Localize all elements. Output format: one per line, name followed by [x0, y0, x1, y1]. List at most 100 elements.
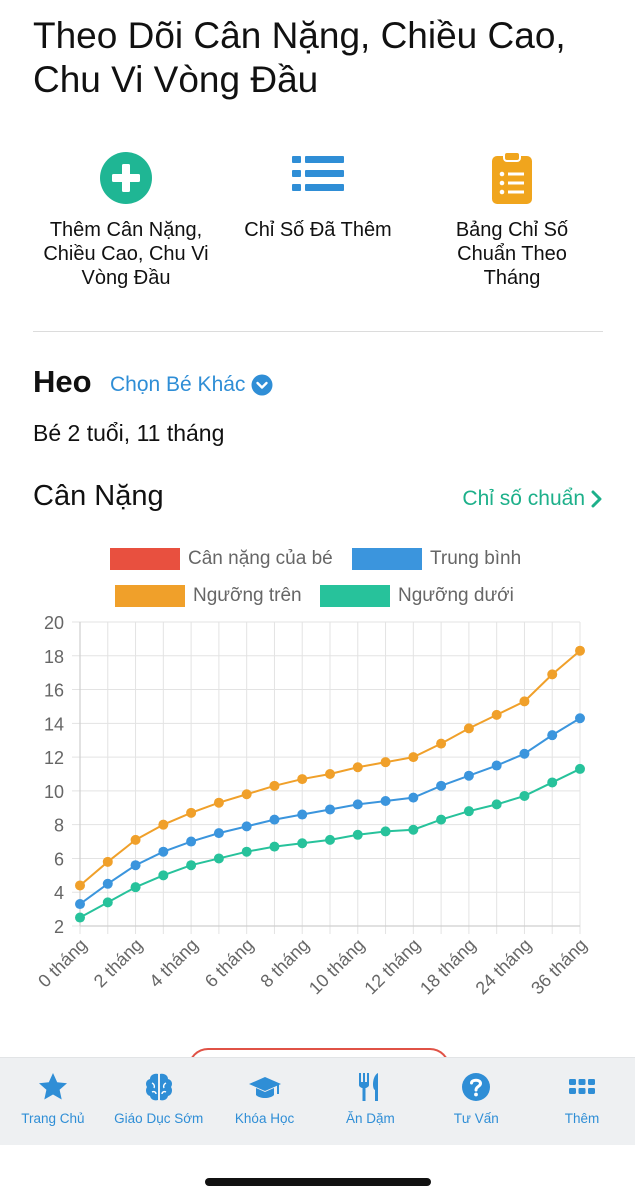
added-records-label: Chỉ Số Đã Thêm [244, 219, 392, 241]
list-icon [292, 156, 344, 191]
data-point [519, 696, 530, 707]
question-circle-icon [462, 1073, 491, 1101]
y-tick-label: 18 [44, 647, 64, 667]
data-point [269, 814, 280, 825]
switch-baby-label: Chọn Bé Khác [110, 373, 246, 396]
x-tick-label: 8 tháng [256, 935, 313, 992]
data-point [547, 730, 558, 741]
data-point [269, 780, 280, 791]
y-tick-label: 2 [54, 917, 64, 937]
chevron-down-circle-icon [251, 374, 273, 396]
added-records-button[interactable]: Chỉ Số Đã Thêm [232, 150, 404, 242]
data-point [213, 797, 224, 808]
data-point [463, 806, 474, 817]
data-point [158, 846, 169, 857]
x-tick-label: 10 tháng [305, 935, 369, 999]
data-point [575, 645, 585, 656]
data-point [213, 828, 224, 839]
data-point [130, 882, 141, 893]
data-point [186, 836, 197, 847]
chevron-right-icon [591, 490, 602, 508]
chart-plot: 2 4 6 8 10 12 14 16 18 20 0 tháng2 tháng4 tháng6 t… [34, 613, 591, 999]
tab-label: Giáo Dục Sớm [114, 1111, 204, 1126]
data-point [463, 723, 474, 734]
tab-home[interactable]: Trang Chủ [0, 1058, 106, 1145]
data-point [575, 763, 585, 774]
data-point [463, 770, 474, 781]
graduation-cap-icon [248, 1077, 281, 1098]
add-measurement-label: Thêm Cân Nặng, Chiều Cao, Chu Vi Vòng Đầ… [43, 219, 209, 289]
data-point [102, 878, 113, 889]
data-point [130, 860, 141, 871]
add-measurement-button[interactable]: Thêm Cân Nặng, Chiều Cao, Chu Vi Vòng Đầ… [26, 150, 226, 290]
x-tick-label: 18 tháng [416, 935, 480, 999]
tab-consulting[interactable]: Tư Vấn [423, 1058, 529, 1145]
standard-values-label: Chỉ số chuẩn [462, 487, 585, 510]
data-point [213, 853, 224, 864]
data-point [158, 870, 169, 881]
standard-values-link[interactable]: Chỉ số chuẩn [462, 487, 603, 511]
data-point [241, 821, 252, 832]
page-title: Theo Dõi Cân Nặng, Chiều Cao, Chu Vi Vòn… [33, 15, 566, 100]
data-point [408, 792, 419, 803]
data-point [241, 846, 252, 857]
tab-more[interactable]: Thêm [529, 1058, 635, 1145]
data-point [519, 790, 530, 801]
tab-weaning-food[interactable]: Ăn Dặm [317, 1058, 423, 1145]
data-point [575, 713, 585, 724]
x-tick-label: 2 tháng [90, 935, 147, 992]
data-point [75, 899, 85, 910]
y-tick-label: 12 [44, 748, 64, 768]
data-point [297, 838, 308, 849]
data-point [547, 669, 558, 680]
y-tick-label: 6 [54, 849, 64, 869]
data-point [436, 780, 447, 791]
data-point [380, 757, 391, 768]
y-tick-label: 4 [54, 883, 64, 903]
weight-chart: Cân nặng của bé Trung bình Ngưỡng trên N… [0, 530, 635, 1050]
baby-age: Bé 2 tuổi, 11 tháng [33, 420, 225, 446]
data-point [325, 769, 335, 779]
data-point [102, 897, 113, 908]
action-row: Thêm Cân Nặng, Chiều Cao, Chu Vi Vòng Đầ… [0, 150, 635, 310]
tab-courses[interactable]: Khóa Học [212, 1058, 318, 1145]
data-point [436, 814, 447, 825]
data-point [408, 824, 419, 835]
standard-table-button[interactable]: Bảng Chỉ Số Chuẩn Theo Tháng [430, 150, 594, 290]
data-point [519, 748, 530, 759]
data-point [352, 762, 363, 773]
data-point [380, 826, 391, 837]
baby-name: Heo [33, 364, 92, 399]
tab-early-education[interactable]: Giáo Dục Sớm [106, 1058, 212, 1145]
data-point [130, 834, 141, 845]
grid-icon [569, 1079, 596, 1094]
y-tick-label: 10 [44, 782, 64, 802]
tab-label: Ăn Dặm [346, 1111, 395, 1126]
data-point [352, 829, 363, 840]
data-point [491, 709, 502, 720]
clipboard-icon [492, 151, 532, 204]
y-tick-label: 14 [44, 714, 64, 734]
x-tick-label: 36 tháng [527, 935, 591, 999]
data-point [325, 804, 335, 815]
switch-baby-button[interactable]: Chọn Bé Khác [110, 373, 273, 397]
data-point [491, 760, 502, 771]
data-point [75, 880, 85, 891]
data-point [297, 809, 308, 820]
y-tick-label: 20 [44, 613, 64, 633]
tab-label: Tư Vấn [453, 1111, 499, 1126]
data-point [491, 799, 502, 810]
data-point [269, 841, 280, 852]
star-icon [38, 1073, 67, 1100]
data-point [158, 819, 169, 830]
tab-label: Trang Chủ [21, 1111, 85, 1126]
data-point [102, 856, 113, 867]
data-point [297, 774, 308, 785]
plus-circle-icon [100, 152, 152, 204]
x-tick-label: 6 tháng [201, 935, 258, 992]
y-tick-label: 8 [54, 816, 64, 836]
data-point [408, 752, 419, 763]
weight-section-title: Cân Nặng [33, 480, 164, 512]
brain-icon [145, 1073, 172, 1101]
data-point [186, 807, 197, 818]
